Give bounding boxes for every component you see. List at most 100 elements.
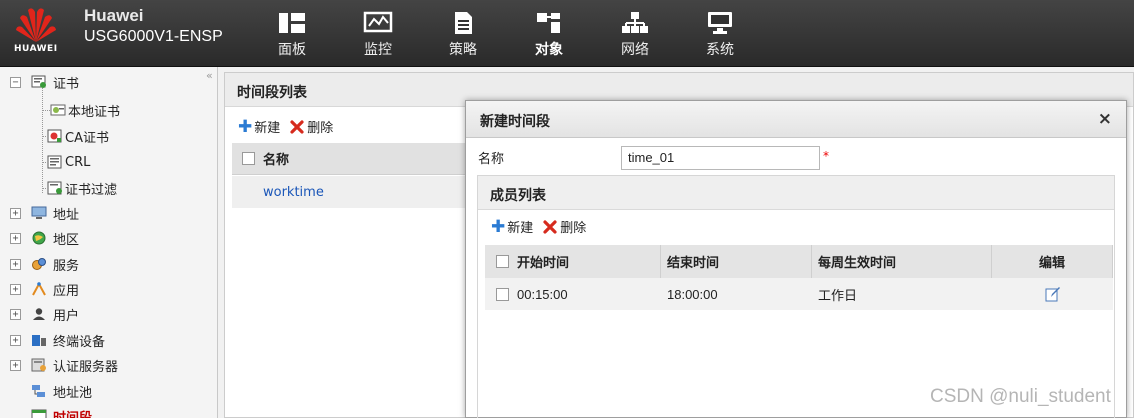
close-icon[interactable]: × bbox=[1098, 109, 1112, 129]
member-new-button[interactable]: ✚ 新建 bbox=[491, 217, 533, 236]
delete-label: 删除 bbox=[560, 221, 587, 236]
column-header-name: 名称 bbox=[263, 153, 290, 168]
tree-label: 应用 bbox=[53, 283, 80, 299]
list-header-row: 名称 bbox=[232, 143, 472, 175]
column-header-weekly: 每周生效时间 bbox=[812, 245, 992, 278]
auth-server-icon bbox=[31, 358, 46, 372]
tree-label: 服务 bbox=[53, 258, 80, 274]
tree-connector bbox=[42, 188, 46, 189]
table-row: 00:15:00 bbox=[485, 278, 661, 310]
crl-icon bbox=[47, 155, 62, 169]
new-button[interactable]: ✚ 新建 bbox=[238, 117, 280, 136]
navigation-tree: « − 证书 本地证书 CA证书 CRL 证书过滤 + 地址 + 地区 + 服务 bbox=[0, 67, 218, 418]
tree-node-terminal-device[interactable]: + 终端设备 bbox=[10, 329, 105, 351]
expand-toggle-icon[interactable]: + bbox=[10, 334, 21, 346]
nav-network[interactable]: 网络 bbox=[605, 8, 665, 64]
delete-button[interactable]: 删除 bbox=[290, 117, 333, 136]
nav-object[interactable]: 对象 bbox=[519, 8, 579, 64]
device-model: USG6000V1-ENSP bbox=[84, 28, 223, 45]
tree-label: 地址池 bbox=[53, 385, 93, 401]
row-checkbox[interactable] bbox=[496, 287, 509, 301]
tree-node-certificate[interactable]: − 证书 bbox=[10, 71, 79, 93]
tree-label: 地区 bbox=[53, 232, 80, 248]
service-icon bbox=[32, 258, 46, 270]
column-header-end: 结束时间 bbox=[661, 245, 812, 278]
expand-toggle-icon[interactable]: + bbox=[10, 207, 21, 219]
tree-node-address[interactable]: + 地址 bbox=[10, 202, 79, 224]
tree-node-user[interactable]: + 用户 bbox=[10, 303, 79, 325]
expand-toggle-icon[interactable]: + bbox=[10, 283, 21, 295]
collapse-toggle-icon[interactable]: − bbox=[10, 76, 21, 88]
dialog-title: 新建时间段 bbox=[480, 114, 550, 130]
tree-guide-line bbox=[42, 81, 43, 193]
member-delete-button[interactable]: 删除 bbox=[543, 217, 586, 236]
tree-node-ca-cert[interactable]: CA证书 bbox=[42, 125, 109, 147]
brand-name: Huawei bbox=[84, 6, 144, 25]
cell-end: 18:00:00 bbox=[661, 278, 812, 310]
tree-node-service[interactable]: + 服务 bbox=[10, 253, 79, 275]
nav-monitor[interactable]: 监控 bbox=[348, 8, 408, 64]
plus-icon: ✚ bbox=[238, 116, 253, 137]
certificate-icon bbox=[31, 75, 46, 88]
brand-block: Huawei USG6000V1-ENSP bbox=[84, 6, 223, 46]
tree-node-address-pool[interactable]: 地址池 bbox=[31, 380, 92, 402]
region-globe-icon bbox=[32, 231, 46, 245]
required-mark: * bbox=[823, 149, 829, 163]
nav-system[interactable]: 系统 bbox=[690, 8, 750, 64]
tree-node-auth-server[interactable]: + 认证服务器 bbox=[10, 354, 118, 376]
tree-node-region[interactable]: + 地区 bbox=[10, 227, 79, 249]
new-label: 新建 bbox=[507, 221, 534, 236]
nav-label: 面板 bbox=[278, 42, 306, 58]
tree-label: 终端设备 bbox=[53, 334, 106, 350]
delete-x-icon bbox=[543, 219, 557, 234]
cell-edit bbox=[992, 278, 1113, 310]
tree-node-time-range[interactable]: 时间段 bbox=[31, 405, 92, 418]
column-header-edit: 编辑 bbox=[992, 245, 1113, 278]
nav-policy[interactable]: 策略 bbox=[433, 8, 493, 64]
tree-label: 时间段 bbox=[53, 410, 93, 418]
tree-label: 证书 bbox=[53, 76, 80, 92]
certificate-filter-icon bbox=[47, 181, 62, 195]
dashboard-icon bbox=[279, 13, 305, 33]
member-list-title: 成员列表 bbox=[478, 176, 1114, 210]
expand-toggle-icon[interactable]: + bbox=[10, 232, 21, 244]
application-icon bbox=[32, 282, 46, 296]
name-field[interactable]: time_01 bbox=[621, 146, 820, 170]
edit-icon[interactable] bbox=[1045, 286, 1061, 302]
expand-toggle-icon[interactable]: + bbox=[10, 258, 21, 270]
nav-label: 网络 bbox=[621, 42, 649, 58]
terminal-device-icon bbox=[32, 335, 46, 346]
member-list-panel: 成员列表 ✚ 新建 删除 开始时间 结束时间 每周生效时间 编辑 00:15:0… bbox=[477, 175, 1115, 418]
ca-certificate-icon bbox=[47, 129, 62, 143]
tree-label: 证书过滤 bbox=[65, 182, 118, 198]
new-time-range-dialog: 新建时间段 × 名称 time_01 * 成员列表 ✚ 新建 删除 开始时间 结… bbox=[465, 100, 1127, 418]
dialog-header: 新建时间段 × bbox=[466, 101, 1126, 138]
tree-connector bbox=[42, 136, 46, 137]
logo-wordmark: HUAWEI bbox=[14, 44, 58, 54]
tree-node-crl[interactable]: CRL bbox=[42, 151, 90, 173]
select-all-checkbox[interactable] bbox=[242, 152, 255, 165]
tree-connector bbox=[42, 162, 46, 163]
select-all-checkbox[interactable] bbox=[496, 255, 509, 268]
nav-label: 系统 bbox=[706, 42, 734, 58]
network-topology-icon bbox=[622, 12, 648, 33]
time-range-link[interactable]: worktime bbox=[263, 185, 324, 200]
collapse-sidebar-button[interactable]: « bbox=[206, 69, 213, 82]
address-monitor-icon bbox=[31, 206, 47, 219]
new-label: 新建 bbox=[254, 121, 281, 136]
cell-weekly: 工作日 bbox=[812, 278, 992, 310]
expand-toggle-icon[interactable]: + bbox=[10, 308, 21, 320]
monitor-chart-icon bbox=[363, 11, 393, 33]
huawei-petal-icon bbox=[16, 8, 56, 43]
policy-document-icon bbox=[455, 12, 472, 34]
tree-node-cert-filter[interactable]: 证书过滤 bbox=[42, 177, 118, 199]
tree-label: 本地证书 bbox=[68, 104, 121, 120]
system-computer-icon bbox=[708, 12, 732, 34]
nav-dashboard[interactable]: 面板 bbox=[262, 8, 322, 64]
column-header-start: 开始时间 bbox=[485, 245, 661, 278]
expand-toggle-icon[interactable]: + bbox=[10, 359, 21, 371]
tree-node-application[interactable]: + 应用 bbox=[10, 278, 79, 300]
address-pool-icon bbox=[32, 385, 45, 397]
tree-node-local-cert[interactable]: 本地证书 bbox=[42, 99, 121, 121]
top-header: HUAWEI Huawei USG6000V1-ENSP 面板 监控 策略 对象… bbox=[0, 0, 1134, 67]
